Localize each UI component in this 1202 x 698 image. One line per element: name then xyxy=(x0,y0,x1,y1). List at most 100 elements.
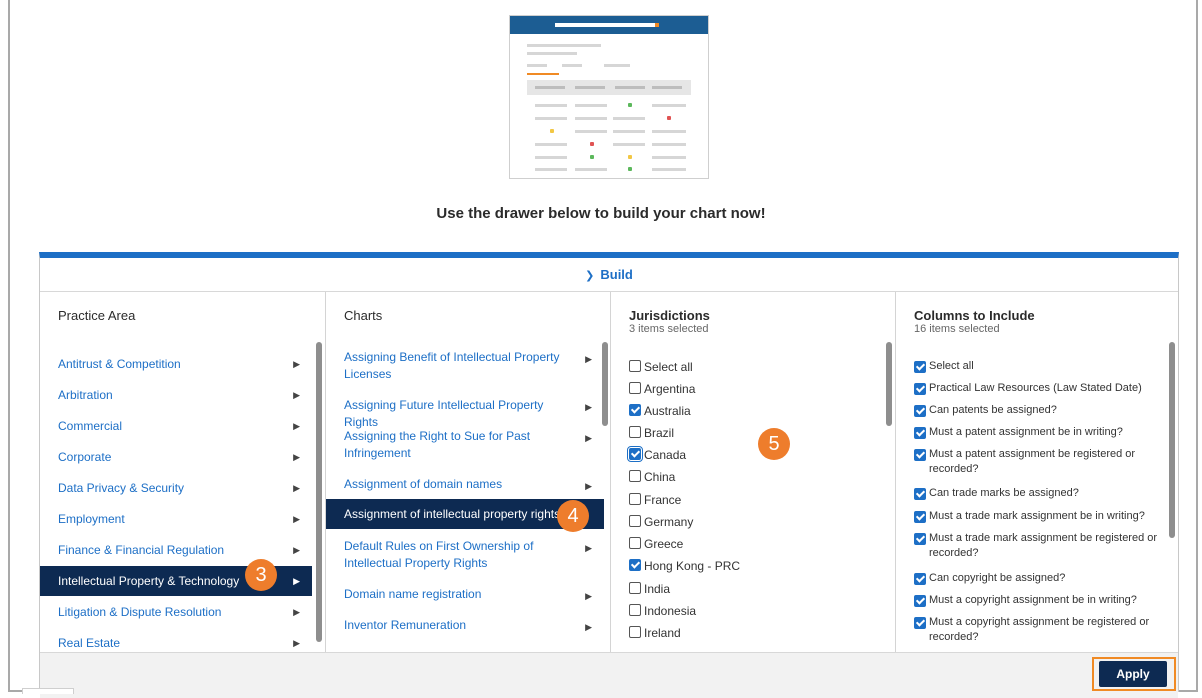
checkbox[interactable] xyxy=(629,604,641,616)
chart-item[interactable]: Default Rules on First Ownership of Inte… xyxy=(326,538,604,572)
chart-item[interactable]: Assigning the Right to Sue for Past Infr… xyxy=(326,428,604,462)
checkbox[interactable] xyxy=(629,515,641,527)
drawer-footer xyxy=(40,652,1178,698)
checkbox-checked[interactable] xyxy=(914,383,926,395)
chevron-right-icon: ▶ xyxy=(293,638,300,648)
practice-area-item[interactable]: Arbitration ▶ xyxy=(40,380,312,410)
checkbox-checked[interactable] xyxy=(627,446,643,462)
checkbox-checked[interactable] xyxy=(914,533,926,545)
apply-button[interactable]: Apply xyxy=(1099,661,1167,687)
column-option[interactable]: Must a copyright assignment be registere… xyxy=(914,615,1164,645)
build-drawer: ❯ Build Practice Area Antitrust & Competi… xyxy=(39,252,1179,698)
jurisdiction-option[interactable]: Argentina xyxy=(629,381,695,397)
jurisdiction-option[interactable]: Ireland xyxy=(629,625,681,641)
jurisdiction-option[interactable]: Indonesia xyxy=(629,603,696,619)
checkbox[interactable] xyxy=(629,426,641,438)
column-option[interactable]: Must a trade mark assignment be in writi… xyxy=(914,509,1164,524)
columns-scrollbar[interactable] xyxy=(1169,342,1175,538)
checkbox-checked[interactable] xyxy=(914,595,926,607)
jurisdiction-option[interactable]: Greece xyxy=(629,536,683,552)
checkbox-checked[interactable] xyxy=(914,361,926,373)
checkbox-checked[interactable] xyxy=(629,404,641,416)
chevron-right-icon: ▶ xyxy=(293,421,300,431)
checkbox-checked[interactable] xyxy=(914,488,926,500)
checkbox[interactable] xyxy=(629,493,641,505)
chart-preview-thumbnail xyxy=(509,15,709,179)
jurisdiction-option[interactable]: France xyxy=(629,492,681,508)
column-option[interactable]: Must a copyright assignment be in writin… xyxy=(914,593,1164,608)
chevron-right-icon: ▶ xyxy=(293,607,300,617)
jurisdiction-option[interactable]: India xyxy=(629,581,670,597)
chart-item[interactable]: Assigning Future Intellectual Property R… xyxy=(326,397,604,431)
jurisdiction-option[interactable]: Germany xyxy=(629,514,693,530)
practice-area-item[interactable]: Real Estate ▶ xyxy=(40,628,312,652)
columns-header: Columns to Include xyxy=(914,308,1035,323)
chart-item[interactable]: Assignment of domain names ▶ xyxy=(326,476,604,493)
chevron-right-icon: ▶ xyxy=(585,354,592,364)
jurisdiction-option[interactable]: China xyxy=(629,469,675,485)
step-badge-4: 4 xyxy=(557,500,589,532)
chevron-right-icon: ▶ xyxy=(293,390,300,400)
checkbox[interactable] xyxy=(629,582,641,594)
checkbox[interactable] xyxy=(629,382,641,394)
practice-area-item[interactable]: Commercial ▶ xyxy=(40,411,312,441)
practice-area-scrollbar[interactable] xyxy=(316,342,322,642)
practice-area-item[interactable]: Antitrust & Competition ▶ xyxy=(40,349,312,379)
chart-item[interactable]: Assigning Benefit of Intellectual Proper… xyxy=(326,349,604,383)
checkbox-checked[interactable] xyxy=(914,449,926,461)
chevron-right-icon: ▶ xyxy=(293,483,300,493)
page-heading: Use the drawer below to build your chart… xyxy=(436,205,766,222)
checkbox-checked[interactable] xyxy=(914,573,926,585)
jurisdictions-header: Jurisdictions xyxy=(629,308,710,323)
column-option[interactable]: Must a patent assignment be registered o… xyxy=(914,447,1164,477)
chevron-right-icon: ▶ xyxy=(585,622,592,632)
checkbox-checked[interactable] xyxy=(629,559,641,571)
practice-area-header: Practice Area xyxy=(58,308,136,323)
chevron-right-icon: ▶ xyxy=(585,402,592,412)
practice-area-item[interactable]: Data Privacy & Security ▶ xyxy=(40,473,312,503)
step-badge-3: 3 xyxy=(245,559,277,591)
jurisdictions-scrollbar[interactable] xyxy=(886,342,892,426)
jurisdiction-option[interactable]: Brazil xyxy=(629,425,674,441)
checkbox-checked[interactable] xyxy=(914,405,926,417)
jurisdiction-select-all[interactable]: Select all xyxy=(629,359,693,375)
practice-area-item[interactable]: Employment ▶ xyxy=(40,504,312,534)
columns-column: Columns to Include 16 items selected Sel… xyxy=(896,292,1178,652)
jurisdictions-column: Jurisdictions 3 items selected Select al… xyxy=(611,292,896,652)
chevron-right-icon: ▶ xyxy=(293,576,300,586)
chevron-right-icon: ▶ xyxy=(585,481,592,491)
column-select-all[interactable]: Select all xyxy=(914,359,1164,374)
checkbox-checked[interactable] xyxy=(914,427,926,439)
tab-stub xyxy=(22,688,74,694)
column-option[interactable]: Must a patent assignment be in writing? xyxy=(914,425,1164,440)
jurisdiction-option[interactable]: Canada xyxy=(627,446,686,463)
checkbox-checked[interactable] xyxy=(914,511,926,523)
column-option[interactable]: Can patents be assigned? xyxy=(914,403,1164,418)
practice-area-column: Practice Area Antitrust & Competition ▶ A… xyxy=(40,292,326,652)
checkbox[interactable] xyxy=(629,626,641,638)
checkbox[interactable] xyxy=(629,537,641,549)
step-badge-5: 5 xyxy=(758,428,790,460)
column-option[interactable]: Practical Law Resources (Law Stated Date… xyxy=(914,381,1164,396)
column-option[interactable]: Can trade marks be assigned? xyxy=(914,486,1164,501)
checkbox[interactable] xyxy=(629,360,641,372)
practice-area-item[interactable]: Finance & Financial Regulation ▶ xyxy=(40,535,312,565)
practice-area-item[interactable]: Corporate ▶ xyxy=(40,442,312,472)
chart-item[interactable]: Inventor Remuneration ▶ xyxy=(326,617,604,634)
jurisdiction-option[interactable]: Australia xyxy=(629,403,691,419)
chevron-right-icon: ▶ xyxy=(585,433,592,443)
build-toggle[interactable]: ❯ Build xyxy=(40,258,1178,292)
column-option[interactable]: Can copyright be assigned? xyxy=(914,571,1164,586)
practice-area-item[interactable]: Litigation & Dispute Resolution ▶ xyxy=(40,597,312,627)
build-label: Build xyxy=(600,267,633,282)
checkbox[interactable] xyxy=(629,470,641,482)
jurisdictions-count: 3 items selected xyxy=(629,323,709,335)
chart-item[interactable]: Domain name registration ▶ xyxy=(326,586,604,603)
jurisdiction-option[interactable]: Hong Kong - PRC xyxy=(629,558,740,574)
checkbox-checked[interactable] xyxy=(914,617,926,629)
chevron-right-icon: ▶ xyxy=(293,514,300,524)
chevron-down-icon: ❯ xyxy=(585,270,595,282)
charts-header: Charts xyxy=(344,308,383,323)
column-option[interactable]: Must a trade mark assignment be register… xyxy=(914,531,1164,561)
columns-count: 16 items selected xyxy=(914,323,1000,335)
